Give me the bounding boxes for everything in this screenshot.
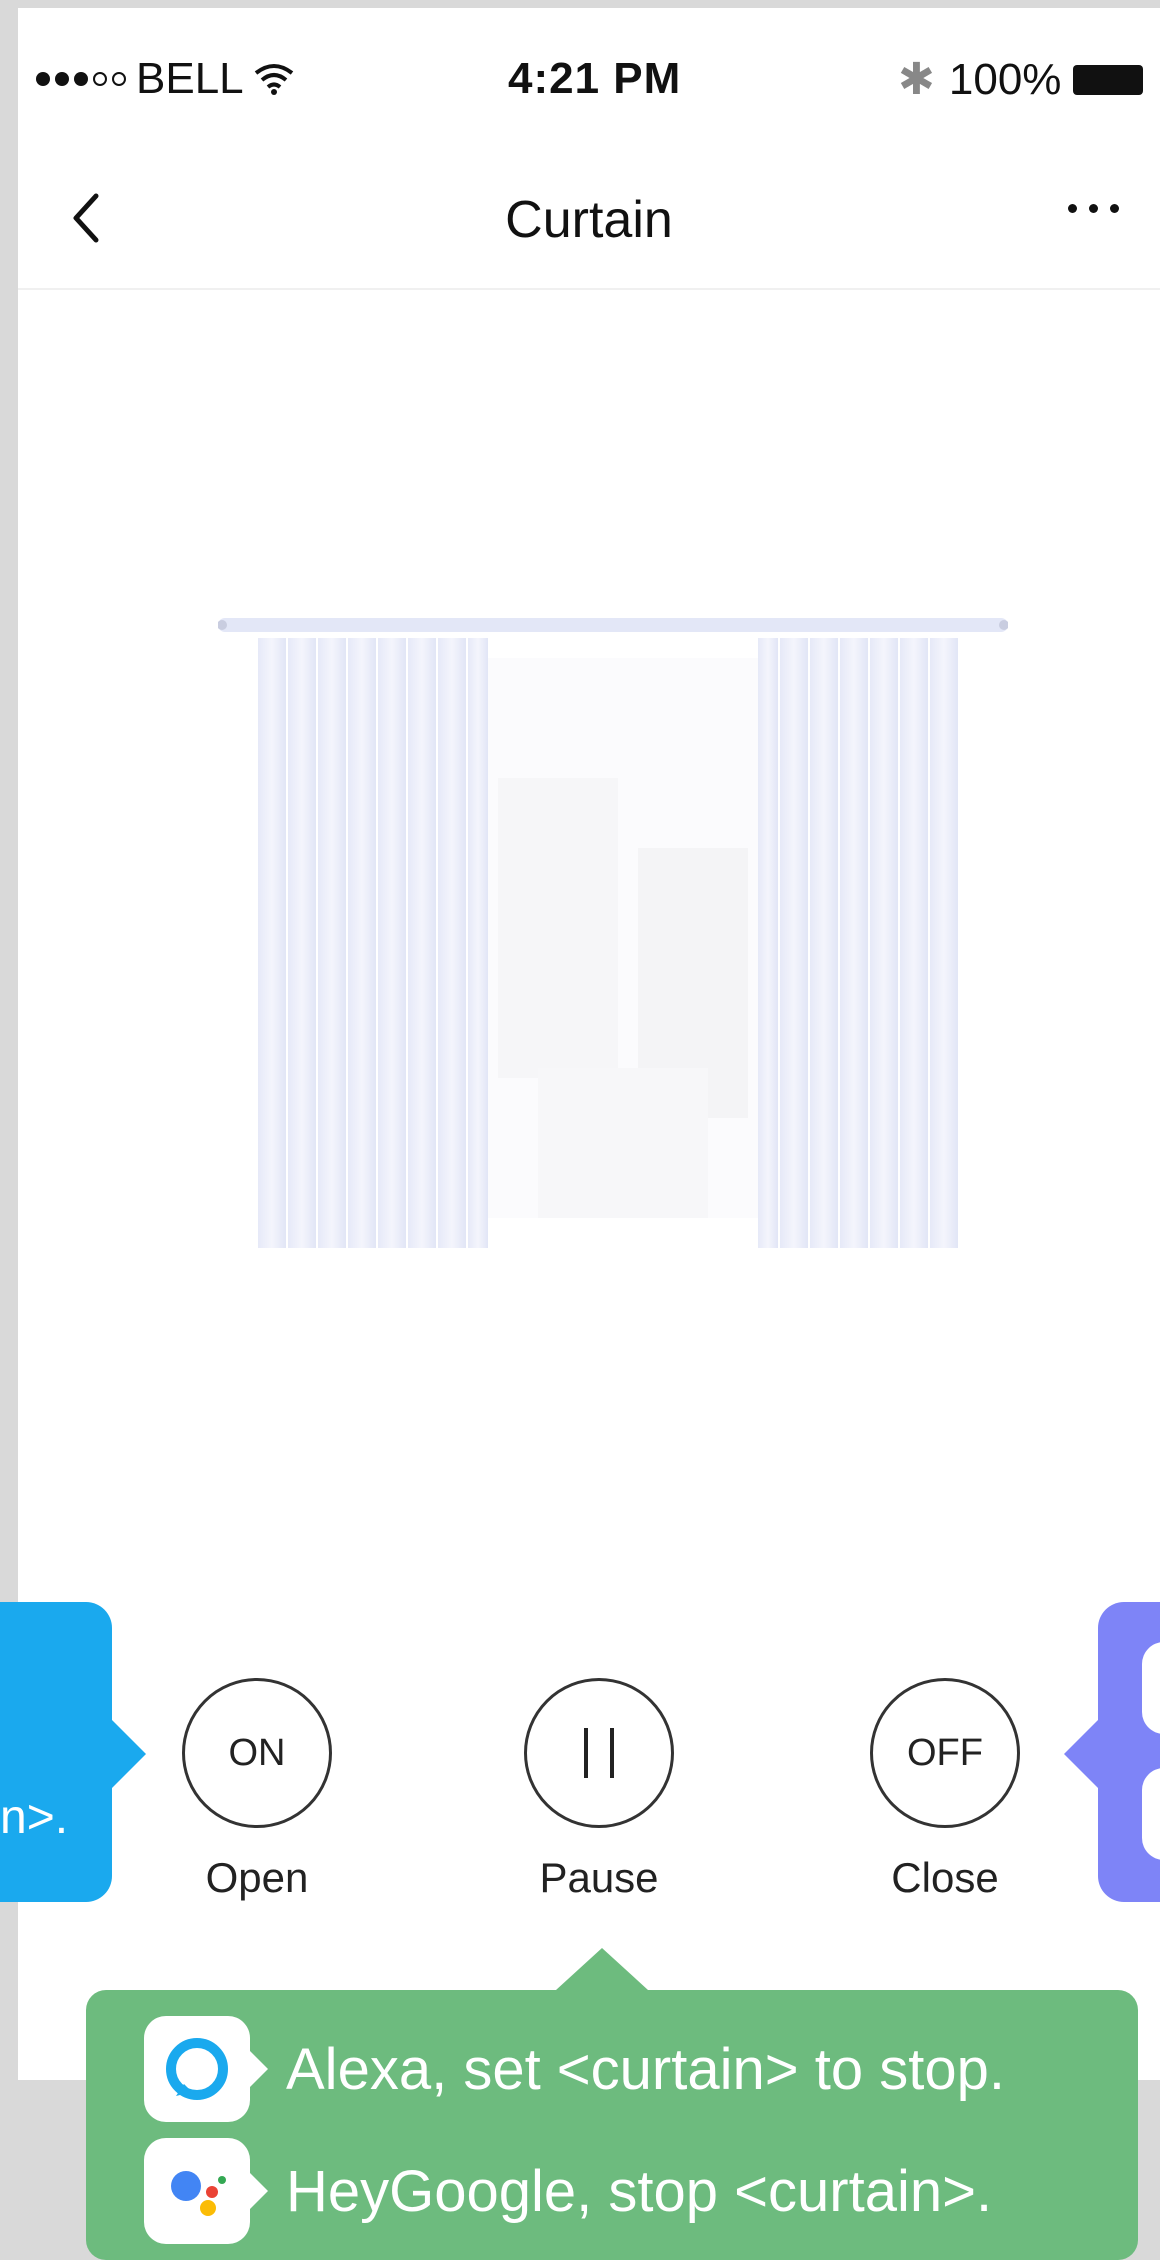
alexa-hint-text: Alexa, set <curtain> to stop. [286,2036,1005,2102]
curtain-illustration [218,618,1008,1248]
nav-bar: Curtain [18,148,1160,290]
close-button-text: OFF [907,1731,983,1774]
pause-icon [584,1728,614,1778]
open-control[interactable]: ON Open [172,1678,342,1902]
alexa-icon [144,2016,268,2122]
open-voice-hint-text: n>. [0,1791,69,1844]
google-assistant-icon [1142,1768,1160,1860]
open-button[interactable]: ON [182,1678,332,1828]
open-label: Open [205,1854,309,1901]
status-time: 4:21 PM [508,54,682,103]
google-assistant-icon [144,2138,268,2244]
carrier-name: BELL [136,54,244,103]
right-curtain-panel [758,638,958,1248]
status-bar: BELL 4:21 PM ✱ 100% [18,8,1160,148]
open-voice-hint-bubble: n>. [0,1602,146,1902]
pause-voice-hint-bubble: Alexa, set <curtain> to stop. HeyGoogle,… [86,1948,1138,2260]
alexa-hint-row: Alexa, set <curtain> to stop. [144,2016,1005,2122]
page-title: Curtain [505,191,673,249]
left-curtain-panel [258,638,488,1248]
battery-percent: 100% [948,54,1062,104]
close-label: Close [891,1854,999,1901]
more-icon[interactable] [1068,204,1119,213]
google-hint-text: HeyGoogle, stop <curtain>. [286,2158,993,2224]
pause-control[interactable]: Pause [514,1678,684,1902]
carrier-info: BELL [36,54,294,104]
signal-icon [36,72,126,86]
pause-button[interactable] [524,1678,674,1828]
wifi-icon [254,64,293,95]
close-button[interactable]: OFF [870,1678,1020,1828]
pause-label: Pause [539,1854,659,1901]
alexa-icon [1142,1642,1160,1734]
phone-screen: BELL 4:21 PM ✱ 100% Curtain ON Open Paus… [18,8,1160,2080]
bluetooth-icon: ✱ [898,55,935,104]
open-button-text: ON [228,1731,286,1774]
battery-icon [1073,64,1144,95]
close-control[interactable]: OFF Close [860,1678,1030,1902]
right-status: ✱ 100% [898,54,1144,105]
close-voice-hint-bubble [1064,1602,1160,1902]
google-hint-row: HeyGoogle, stop <curtain>. [144,2138,992,2244]
